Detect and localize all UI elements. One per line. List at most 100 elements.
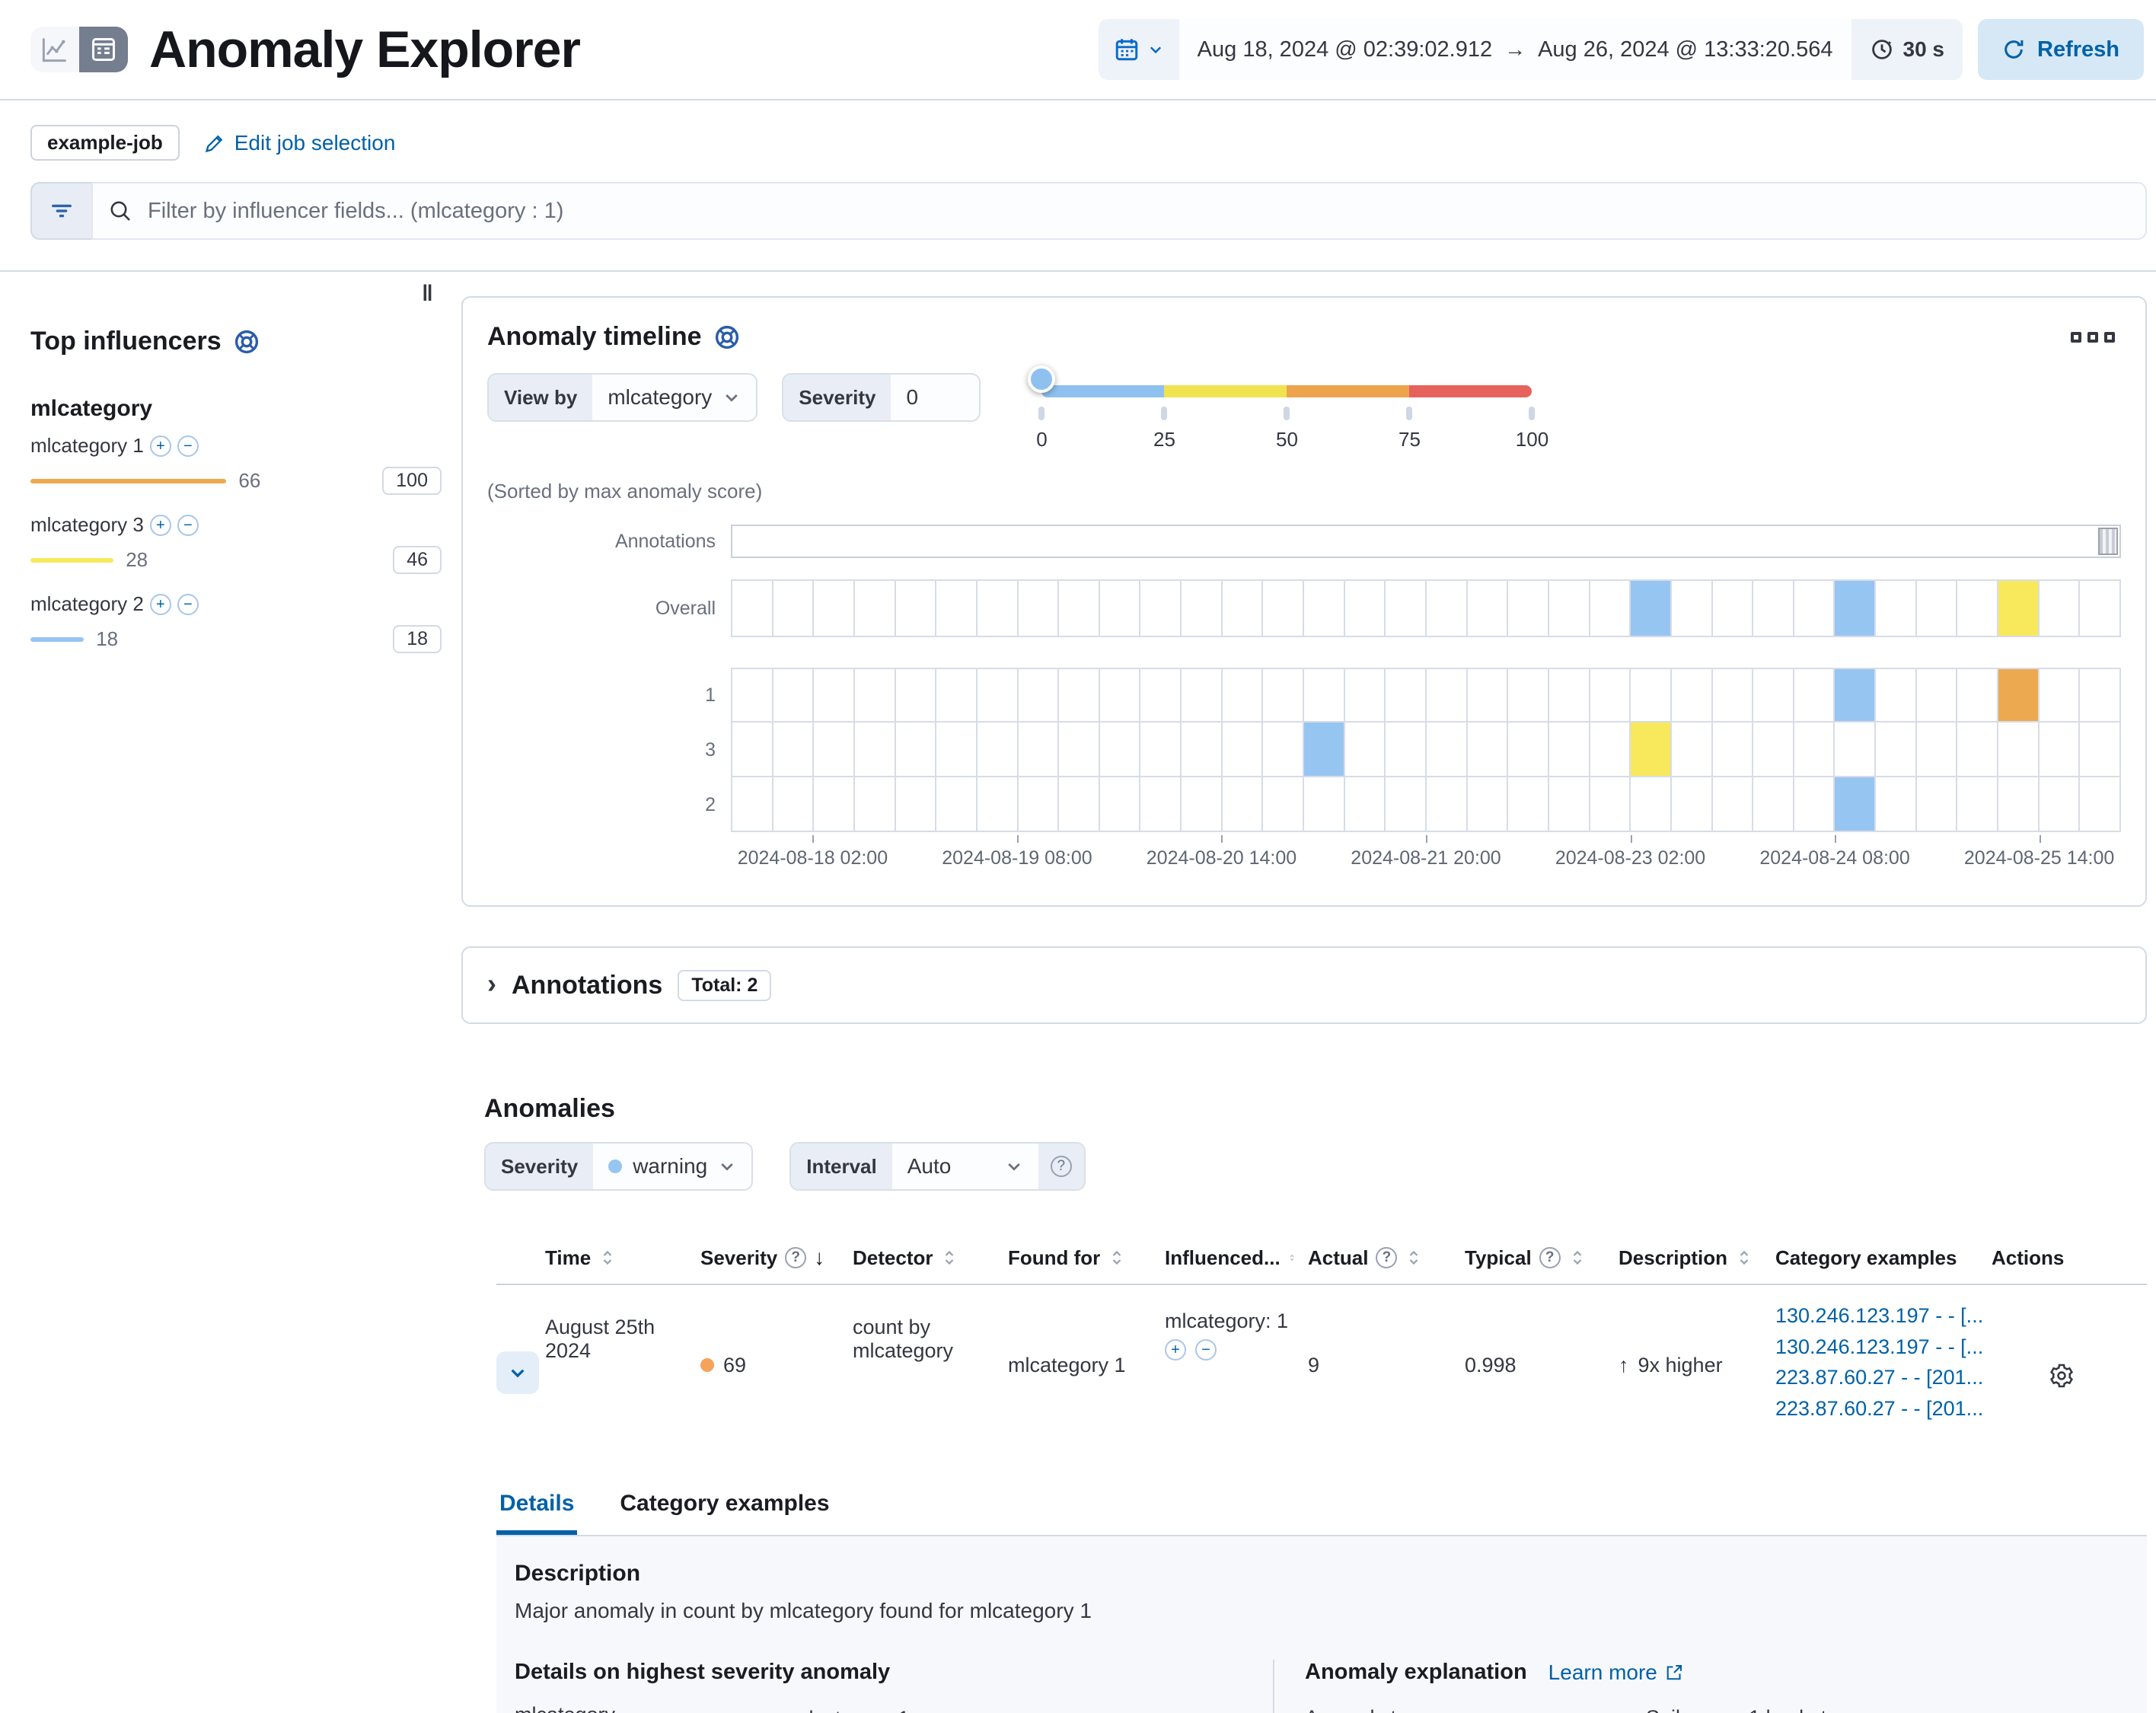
swimlane-cell[interactable] [855, 669, 896, 721]
swimlane-cell[interactable] [936, 723, 978, 776]
swimlane-cell[interactable] [1263, 777, 1304, 831]
quick-select-button[interactable] [1099, 19, 1179, 80]
swimlane-cell[interactable] [1835, 723, 1876, 776]
swimlane-cell[interactable] [1876, 581, 1917, 636]
swimlane-cell[interactable] [773, 723, 815, 776]
swimlane-cell[interactable] [896, 669, 937, 721]
start-date[interactable]: Aug 18, 2024 @ 02:39:02.912 [1198, 37, 1492, 62]
influencer-label[interactable]: mlcategory 3 [30, 513, 144, 537]
edit-job-selection-link[interactable]: Edit job selection [204, 131, 396, 155]
swimlane-cell[interactable] [896, 581, 937, 636]
interval-help[interactable]: ? [1038, 1144, 1084, 1189]
swimlane-cell[interactable] [1549, 669, 1590, 721]
category-example-link[interactable]: 130.246.123.197 - - [... [1775, 1332, 1976, 1363]
swimlane-cell[interactable] [2080, 581, 2121, 636]
col-header-severity[interactable]: Severity ? ↓ [700, 1236, 853, 1284]
col-header-influenced-by[interactable]: Influenced... [1165, 1236, 1308, 1284]
swimlane-cell[interactable] [855, 723, 896, 776]
swimlane-cell[interactable] [1672, 777, 1713, 831]
swimlane-cell[interactable] [1182, 669, 1223, 721]
influencer-label[interactable]: mlcategory 2 [30, 592, 144, 616]
swimlane-cell[interactable] [1508, 723, 1549, 776]
swimlane-cell[interactable] [2040, 777, 2081, 831]
col-header-description[interactable]: Description [1619, 1236, 1775, 1284]
swimlane-cell[interactable] [1059, 581, 1100, 636]
swimlane-cell[interactable] [1998, 669, 2040, 721]
swimlane-cell[interactable] [1672, 723, 1713, 776]
chevron-right-icon[interactable]: › [487, 968, 496, 1000]
annotations-lane[interactable] [731, 525, 2121, 558]
swimlane-cell[interactable] [1672, 581, 1713, 636]
swimlane-cell[interactable] [773, 777, 815, 831]
swimlane-cell[interactable] [1876, 723, 1917, 776]
annotation-marker[interactable] [2098, 528, 2118, 555]
swimlane-cell[interactable] [814, 581, 855, 636]
col-header-actual[interactable]: Actual ? [1308, 1236, 1465, 1284]
swimlane-cell[interactable] [1427, 723, 1468, 776]
swimlane-cell[interactable] [1223, 777, 1264, 831]
swimlane-cell[interactable] [1590, 669, 1631, 721]
swimlane-cell[interactable] [2080, 777, 2121, 831]
swimlane-cell[interactable] [1794, 669, 1835, 721]
swimlane-cell[interactable] [1100, 581, 1141, 636]
swimlane-cell[interactable] [2040, 723, 2081, 776]
swimlane-cell[interactable] [1182, 723, 1223, 776]
swimlane-cell[interactable] [978, 669, 1019, 721]
col-header-detector[interactable]: Detector [853, 1236, 1008, 1284]
swimlane-cell[interactable] [1427, 581, 1468, 636]
swimlane-cell[interactable] [1835, 777, 1876, 831]
swimlane-cell[interactable] [978, 581, 1019, 636]
swimlane-cell[interactable] [1957, 581, 1998, 636]
plus-filter-icon[interactable]: + [150, 515, 171, 536]
swimlane-cell[interactable] [1957, 777, 1998, 831]
swimlane-cell[interactable] [1957, 723, 1998, 776]
swimlane-cell[interactable] [1713, 723, 1754, 776]
swimlane-cell[interactable] [1059, 777, 1100, 831]
swimlane-cell[interactable] [1345, 723, 1386, 776]
refresh-button[interactable]: Refresh [1978, 19, 2144, 80]
swimlane-cell[interactable] [1835, 581, 1876, 636]
swimlane-cell[interactable] [936, 581, 978, 636]
category-example-link[interactable]: 223.87.60.27 - - [201... [1775, 1362, 1976, 1393]
swimlane-cell[interactable] [773, 669, 815, 721]
swimlane-cell[interactable] [814, 669, 855, 721]
swimlane-cell[interactable] [1753, 777, 1794, 831]
swimlane-cell[interactable] [1753, 581, 1794, 636]
swimlane-cell[interactable] [1917, 723, 1958, 776]
swimlane-cell[interactable] [1345, 777, 1386, 831]
plus-filter-icon[interactable]: + [150, 435, 171, 457]
swimlane-cell[interactable] [1917, 777, 1958, 831]
end-date[interactable]: Aug 26, 2024 @ 13:33:20.564 [1538, 37, 1832, 62]
swimlane-cell[interactable] [1019, 669, 1060, 721]
swimlane-cell[interactable] [1140, 777, 1182, 831]
swimlane-cell[interactable] [1263, 723, 1304, 776]
swimlane-cell[interactable] [1713, 669, 1754, 721]
swimlane-cell[interactable] [732, 777, 773, 831]
minus-filter-icon[interactable]: − [177, 435, 199, 457]
swimlane-cell[interactable] [1304, 669, 1345, 721]
swimlane-cell[interactable] [1182, 777, 1223, 831]
swimlane-cell[interactable] [1140, 669, 1182, 721]
anomalies-severity-select[interactable]: warning [593, 1144, 751, 1189]
swimlane-cell[interactable] [1386, 723, 1427, 776]
swimlane-cell[interactable] [1223, 581, 1264, 636]
swimlane-cell[interactable] [1876, 669, 1917, 721]
resize-drag-handle[interactable]: ‖ [422, 281, 433, 307]
swimlane-cell[interactable] [1019, 581, 1060, 636]
plus-filter-icon[interactable]: + [1165, 1339, 1186, 1361]
swimlane-cell[interactable] [1753, 723, 1794, 776]
col-header-found-for[interactable]: Found for [1008, 1236, 1165, 1284]
swimlane-cell[interactable] [1957, 669, 1998, 721]
swimlane-cell[interactable] [1508, 669, 1549, 721]
swimlane-cell[interactable] [1876, 777, 1917, 831]
col-header-typical[interactable]: Typical ? [1465, 1236, 1619, 1284]
swimlane-cell[interactable] [2040, 669, 2081, 721]
swimlane-cell[interactable] [1549, 581, 1590, 636]
swimlane-cell[interactable] [1386, 581, 1427, 636]
swimlane-cell[interactable] [732, 581, 773, 636]
swimlane-cell[interactable] [814, 723, 855, 776]
swimlane-cell[interactable] [1386, 777, 1427, 831]
filter-options-button[interactable] [30, 182, 91, 240]
swimlane-cell[interactable] [1263, 581, 1304, 636]
swimlane-cell[interactable] [1549, 723, 1590, 776]
